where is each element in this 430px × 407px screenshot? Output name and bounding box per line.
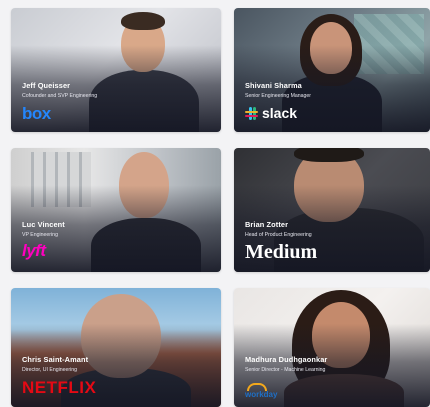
speaker-card-shivani-sharma[interactable]: Shivani Sharma Senior Engineering Manage… <box>234 8 430 132</box>
speaker-name: Brian Zotter <box>245 220 289 229</box>
speaker-role: Senior Engineering Manager <box>245 93 312 99</box>
company-logo-box: box <box>22 104 51 123</box>
company-logo-workday: workday <box>245 383 277 399</box>
speaker-card-brian-zotter[interactable]: Brian Zotter Head of Product Engineering… <box>234 148 430 272</box>
speaker-role: Cofounder and SVP Engineering <box>22 93 98 99</box>
speaker-card-chris-saint-amant[interactable]: Chris Saint-Amant Director, UI Engineeri… <box>11 288 221 407</box>
company-logo-slack: slack <box>245 105 297 121</box>
speaker-name: Madhura Dudhgaonkar <box>245 355 328 364</box>
speaker-grid: Jeff Queisser Cofounder and SVP Engineer… <box>0 0 430 407</box>
speaker-role: Senior Director - Machine Learning <box>245 367 326 373</box>
speaker-name: Shivani Sharma <box>245 81 302 90</box>
speaker-card-madhura-dudhgaonkar[interactable]: Madhura Dudhgaonkar Senior Director - Ma… <box>234 288 430 407</box>
speaker-role: VP Engineering <box>22 232 58 238</box>
company-logo-medium: Medium <box>245 241 318 263</box>
speaker-name: Jeff Queisser <box>22 81 71 90</box>
slack-icon <box>245 106 258 120</box>
speaker-card-jeff-queisser[interactable]: Jeff Queisser Cofounder and SVP Engineer… <box>11 8 221 132</box>
company-logo-lyft: lyft <box>22 241 46 260</box>
speaker-role: Director, UI Engineering <box>22 367 78 373</box>
company-logo-netflix: NETFLIX <box>22 378 97 397</box>
speaker-name: Luc Vincent <box>22 220 65 229</box>
speaker-name: Chris Saint-Amant <box>22 355 89 364</box>
speaker-card-luc-vincent[interactable]: Luc Vincent VP Engineering lyft <box>11 148 221 272</box>
speaker-role: Head of Product Engineering <box>245 232 312 238</box>
